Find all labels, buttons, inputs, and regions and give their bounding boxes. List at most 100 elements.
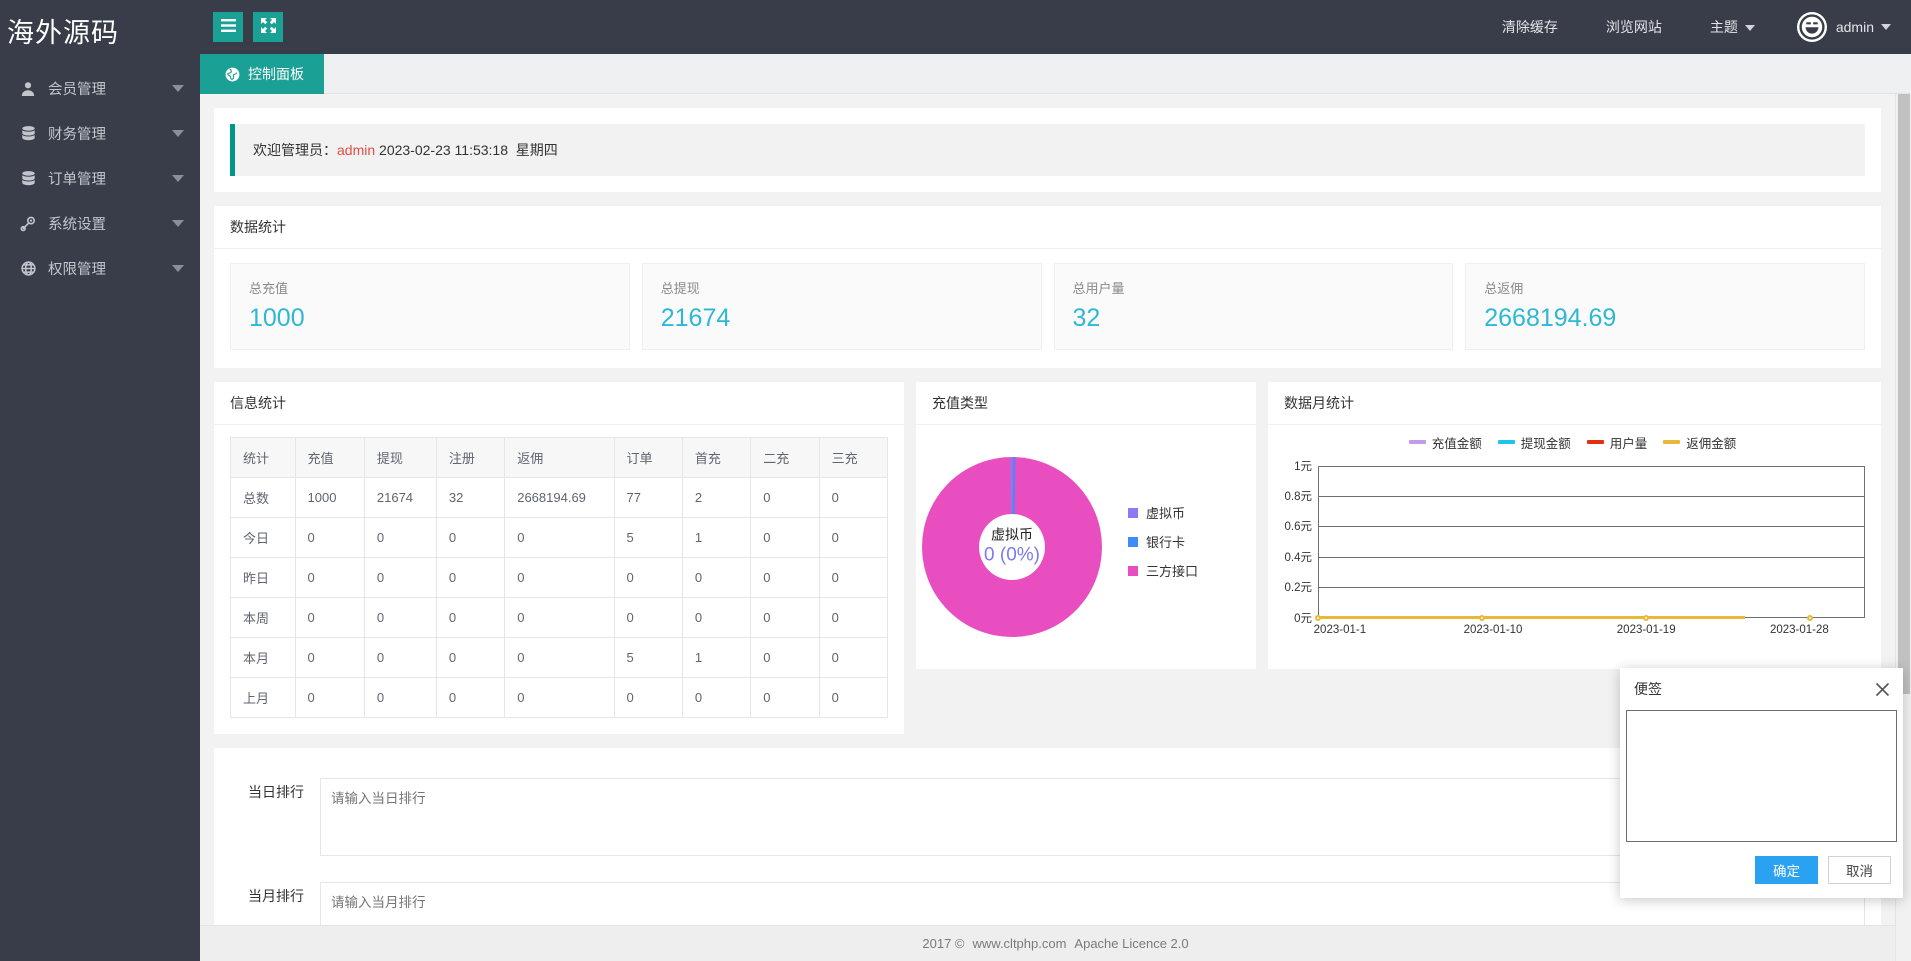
x-axis-tick: 2023-01-28 xyxy=(1770,624,1829,636)
y-axis-tick: 1元 xyxy=(1294,458,1312,474)
tab-bar: 控制面板 xyxy=(200,54,1911,94)
table-cell: 0 xyxy=(614,677,682,717)
data-point[interactable] xyxy=(1643,615,1649,621)
sidebar-item-permissions[interactable]: 权限管理 xyxy=(0,246,200,291)
database-icon xyxy=(18,124,38,144)
legend-item-commission-amount[interactable]: 返佣金额 xyxy=(1663,433,1736,452)
table-cell: 0 xyxy=(436,557,504,597)
table-cell: 本周 xyxy=(231,597,296,637)
legend-swatch xyxy=(1663,440,1680,444)
sidebar-item-label: 权限管理 xyxy=(48,258,172,279)
legend-item-recharge-amount[interactable]: 充值金额 xyxy=(1409,433,1482,452)
smiley-avatar-icon xyxy=(1799,14,1825,40)
line-legend: 充值金额 提现金额 用户量 返佣金额 xyxy=(1272,433,1873,452)
theme-label: 主题 xyxy=(1710,19,1738,35)
close-icon[interactable] xyxy=(1872,679,1892,699)
browse-site-link[interactable]: 浏览网站 xyxy=(1582,0,1686,54)
legend-item-bank-card[interactable]: 银行卡 xyxy=(1128,532,1198,551)
welcome-username: admin xyxy=(337,142,375,158)
top-header: 清除缓存 浏览网站 主题 admin xyxy=(200,0,1911,54)
confirm-button[interactable]: 确定 xyxy=(1755,856,1818,884)
data-point[interactable] xyxy=(1315,615,1321,621)
monthly-stats-card: 数据月统计 充值金额 提现金额 用户量 xyxy=(1268,382,1881,669)
table-row: 上月 0 0 0 0 0 0 0 0 xyxy=(231,677,888,717)
sidebar-item-finance[interactable]: 财务管理 xyxy=(0,111,200,156)
table-cell: 0 xyxy=(364,637,436,677)
legend-item-third-party[interactable]: 三方接口 xyxy=(1128,561,1198,580)
stat-label: 总返佣 xyxy=(1484,278,1846,297)
pie-chart[interactable]: 虚拟币 0 (0%) 虚拟币 银行卡 xyxy=(916,425,1256,669)
sidebar-item-system-settings[interactable]: 系统设置 xyxy=(0,201,200,246)
monthly-stats-title: 数据月统计 xyxy=(1268,382,1881,425)
table-cell: 0 xyxy=(819,517,887,557)
table-cell: 0 xyxy=(295,637,364,677)
data-stats-card: 数据统计 总充值 1000 总提现 21674 总用户量 32 总返佣 2668… xyxy=(214,206,1881,368)
scrollbar-thumb[interactable] xyxy=(1898,94,1910,694)
chevron-down-icon xyxy=(172,265,184,272)
recharge-type-card: 充值类型 虚拟币 0 (0%) xyxy=(916,382,1256,669)
pie-graphic[interactable]: 虚拟币 0 (0%) xyxy=(922,457,1102,637)
series-line-commission-amount[interactable] xyxy=(1318,616,1745,619)
sidebar: 海外源码 会员管理 财务管理 订单管理 系统设置 权限管理 xyxy=(0,0,200,961)
y-axis-tick: 0元 xyxy=(1294,610,1312,626)
table-cell: 0 xyxy=(819,597,887,637)
stat-value: 2668194.69 xyxy=(1484,305,1846,333)
note-dialog-title: 便签 xyxy=(1634,679,1662,699)
note-dialog: 便签 确定 取消 xyxy=(1620,668,1903,898)
note-textarea[interactable] xyxy=(1626,710,1897,842)
table-cell: 32 xyxy=(436,477,504,517)
table-header-cell: 充值 xyxy=(295,437,364,477)
clear-cache-link[interactable]: 清除缓存 xyxy=(1478,0,1582,54)
legend-swatch xyxy=(1498,440,1515,444)
legend-swatch xyxy=(1409,440,1426,444)
legend-item-virtual-currency[interactable]: 虚拟币 xyxy=(1128,503,1198,522)
line-chart[interactable]: 充值金额 提现金额 用户量 返佣金额 xyxy=(1268,425,1881,669)
data-point[interactable] xyxy=(1807,615,1813,621)
table-header-cell: 订单 xyxy=(614,437,682,477)
table-cell: 0 xyxy=(505,637,614,677)
table-cell: 上月 xyxy=(231,677,296,717)
table-cell: 0 xyxy=(751,517,819,557)
table-cell: 0 xyxy=(436,677,504,717)
legend-label: 提现金额 xyxy=(1521,433,1571,452)
info-stats-title: 信息统计 xyxy=(214,382,904,425)
fullscreen-button[interactable] xyxy=(253,12,283,42)
app-logo[interactable]: 海外源码 xyxy=(0,0,200,66)
table-cell: 0 xyxy=(436,517,504,557)
tab-dashboard[interactable]: 控制面板 xyxy=(205,54,324,94)
table-header-cell: 注册 xyxy=(436,437,504,477)
footer-site[interactable]: www.cltphp.com xyxy=(973,936,1067,951)
y-axis-tick: 0.8元 xyxy=(1285,488,1313,504)
hamburger-menu-button[interactable] xyxy=(213,12,243,42)
table-header-cell: 统计 xyxy=(231,437,296,477)
table-cell: 0 xyxy=(819,477,887,517)
x-axis-tick: 2023-01-1 xyxy=(1314,624,1366,636)
table-cell: 0 xyxy=(614,597,682,637)
legend-item-user-count[interactable]: 用户量 xyxy=(1587,433,1648,452)
sidebar-item-members[interactable]: 会员管理 xyxy=(0,66,200,111)
stat-grid: 总充值 1000 总提现 21674 总用户量 32 总返佣 2668194.6… xyxy=(214,249,1881,368)
x-axis-tick: 2023-01-19 xyxy=(1617,624,1676,636)
table-cell: 0 xyxy=(364,677,436,717)
table-header-cell: 二充 xyxy=(751,437,819,477)
legend-item-withdraw-amount[interactable]: 提现金额 xyxy=(1498,433,1571,452)
table-cell: 1000 xyxy=(295,477,364,517)
fullscreen-icon xyxy=(261,18,276,36)
tab-label: 控制面板 xyxy=(248,64,304,84)
table-header-cell: 三充 xyxy=(819,437,887,477)
sidebar-item-label: 系统设置 xyxy=(48,213,172,234)
table-cell: 1 xyxy=(682,517,750,557)
plot-area: 1元 0.8元 0.6元 0.4元 0.2元 0元 2023-01-1 2023… xyxy=(1318,466,1865,618)
user-menu[interactable]: admin xyxy=(1779,0,1897,54)
theme-menu[interactable]: 主题 xyxy=(1686,0,1779,54)
table-cell: 77 xyxy=(614,477,682,517)
sidebar-item-orders[interactable]: 订单管理 xyxy=(0,156,200,201)
table-header-cell: 首充 xyxy=(682,437,750,477)
data-point[interactable] xyxy=(1479,615,1485,621)
table-row: 总数 1000 21674 32 2668194.69 77 2 0 0 xyxy=(231,477,888,517)
cancel-button[interactable]: 取消 xyxy=(1828,856,1891,884)
table-cell: 0 xyxy=(751,677,819,717)
table-cell: 0 xyxy=(751,557,819,597)
stat-box-total-withdraw: 总提现 21674 xyxy=(642,263,1042,350)
user-icon xyxy=(18,79,38,99)
